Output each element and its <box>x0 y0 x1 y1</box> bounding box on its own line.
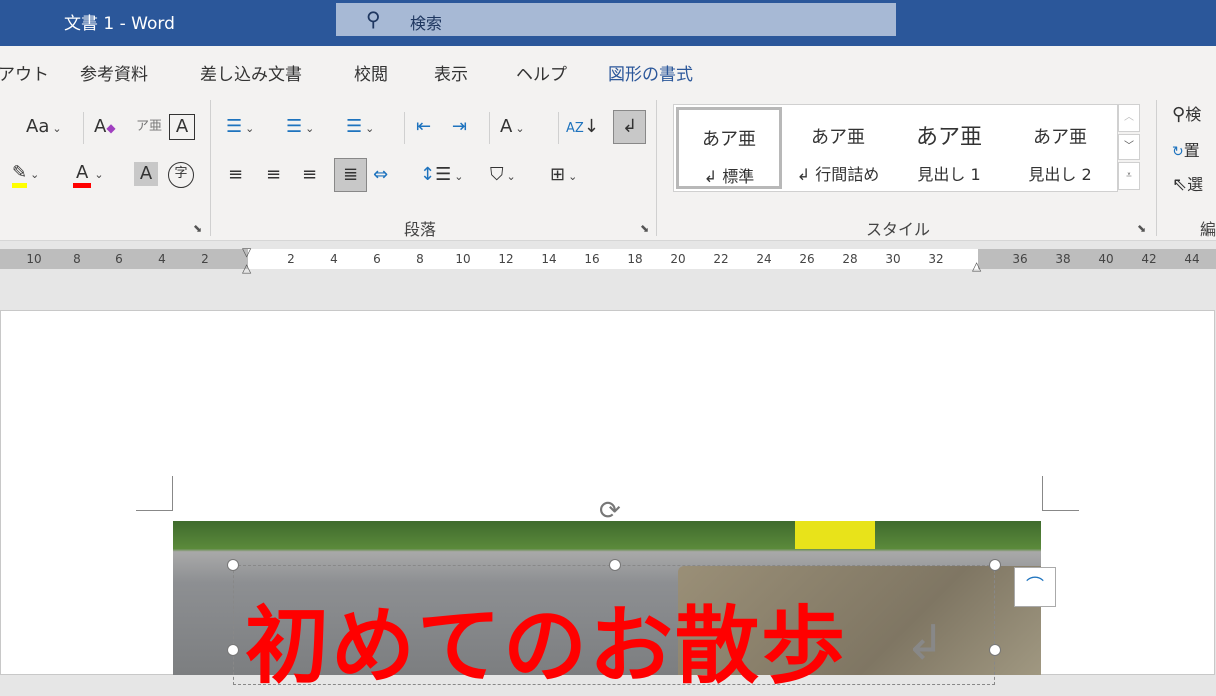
left-indent-marker[interactable]: △ <box>242 261 251 275</box>
align-right-icon[interactable]: ≡ <box>302 162 317 190</box>
styles-group-label: スタイル <box>866 220 931 239</box>
right-indent-marker[interactable]: △ <box>972 259 981 273</box>
justify-icon[interactable]: ≣ <box>334 158 367 192</box>
styles-more-icon[interactable]: ⩡ <box>1118 162 1140 190</box>
styles-scroll-down-icon[interactable]: ﹀ <box>1118 134 1140 160</box>
character-border-icon[interactable]: A <box>169 114 195 140</box>
ribbon: Aa ⌄ A◆ ア亜 A ✎ ⌄ A ⌄ A 字 ⬊ ☰ ⌄ ☰ ⌄ ☰ ⌄ ⇤ ⇥ A ⌄ … <box>0 96 1216 241</box>
tab-help[interactable]: ヘルプ <box>516 60 567 85</box>
tab-layout[interactable]: アウト <box>0 60 49 85</box>
ruler-number: 2 <box>287 252 295 266</box>
crop-mark-left <box>136 476 173 511</box>
paragraph-group-label: 段落 <box>404 220 437 239</box>
resize-handle[interactable] <box>989 644 1001 656</box>
title-bar: 文書 1 - Word ⚲ 検索 <box>0 0 1216 46</box>
replace-icon: ↻ <box>1172 144 1184 160</box>
ruler-number: 10 <box>455 252 471 266</box>
crop-mark-right <box>1042 476 1079 511</box>
cursor-icon: ⇖ <box>1172 174 1188 195</box>
bullets-button[interactable]: ☰ ⌄ <box>226 114 254 142</box>
ruler-number: 6 <box>373 252 381 266</box>
multilevel-list-button[interactable]: ☰ ⌄ <box>346 114 374 142</box>
ruler-number: 26 <box>799 252 815 266</box>
paragraph-dialog-launcher-icon[interactable]: ⬊ <box>640 222 649 235</box>
editing-group-label: 編 <box>1200 220 1216 239</box>
align-center-icon[interactable]: ≡ <box>266 162 281 190</box>
resize-handle[interactable] <box>227 644 239 656</box>
ruler-number: 30 <box>885 252 901 266</box>
paragraph-mark-icon: ↲ <box>905 615 946 671</box>
window-title: 文書 1 - Word <box>64 14 175 34</box>
sort-icon[interactable]: AZ↓ <box>566 114 599 142</box>
ribbon-tabs: アウト 参考資料 差し込み文書 校閲 表示 ヘルプ 図形の書式 <box>0 46 1216 96</box>
tab-shape-format[interactable]: 図形の書式 <box>608 60 693 85</box>
ruler-number: 20 <box>670 252 686 266</box>
text-direction-button[interactable]: A ⌄ <box>500 114 525 142</box>
font-color-icon: A <box>73 162 92 188</box>
distributed-icon[interactable]: ⇔ <box>373 162 388 190</box>
clear-formatting-icon[interactable]: A◆ <box>94 114 116 142</box>
style-normal[interactable]: あア亜 ↲ 標準 <box>676 107 782 189</box>
resize-handle[interactable] <box>227 559 239 571</box>
tab-review[interactable]: 校閲 <box>354 60 388 85</box>
replace-button[interactable]: ↻置 <box>1172 138 1200 166</box>
styles-gallery: あア亜 ↲ 標準 あア亜 ↲ 行間詰め あア亜 見出し 1 あア亜 見出し 2 <box>673 104 1118 192</box>
resize-handle[interactable] <box>609 559 621 571</box>
first-line-indent-marker[interactable]: ▽ <box>242 245 251 259</box>
borders-button[interactable]: ⊞ ⌄ <box>550 162 577 190</box>
tab-references[interactable]: 参考資料 <box>80 60 148 85</box>
search-box[interactable]: ⚲ 検索 <box>336 3 896 36</box>
increase-indent-icon[interactable]: ⇥ <box>452 114 467 142</box>
styles-dialog-launcher-icon[interactable]: ⬊ <box>1137 222 1146 235</box>
find-button[interactable]: ⚲検 <box>1172 102 1201 130</box>
ruler-number: 18 <box>627 252 643 266</box>
search-placeholder: 検索 <box>410 14 443 33</box>
horizontal-ruler[interactable]: 10 8 6 4 2 2 4 6 8 10 12 14 16 18 20 22 24 26 28 30 32 … <box>0 245 1216 275</box>
select-button[interactable]: ⇖選 <box>1172 172 1203 200</box>
numbering-button[interactable]: ☰ ⌄ <box>286 114 314 142</box>
ruler-number: 8 <box>416 252 424 266</box>
ruler-number: 32 <box>928 252 944 266</box>
layout-options-icon[interactable]: ⌒ <box>1014 567 1056 607</box>
ruler-number: 24 <box>756 252 772 266</box>
style-heading-1[interactable]: あア亜 見出し 1 <box>895 105 1003 191</box>
ruler-number: 28 <box>842 252 858 266</box>
ruler-number: 12 <box>498 252 514 266</box>
align-left-icon[interactable]: ≡ <box>228 162 243 190</box>
ruler-number: 22 <box>713 252 729 266</box>
ruler-number: 14 <box>541 252 557 266</box>
ruler-number: 4 <box>330 252 338 266</box>
highlighter-icon: ✎ <box>12 162 28 188</box>
ruler-number: 16 <box>584 252 600 266</box>
enclosed-character-icon[interactable]: 字 <box>168 162 194 188</box>
search-icon: ⚲ <box>1172 104 1186 125</box>
line-spacing-button[interactable]: ↕☰ ⌄ <box>420 162 463 190</box>
font-color-button[interactable]: A ⌄ <box>73 160 104 188</box>
character-shading-icon[interactable]: A <box>134 162 158 186</box>
rotate-handle-icon[interactable]: ⟳ <box>599 496 621 526</box>
resize-handle[interactable] <box>989 559 1001 571</box>
style-heading-2[interactable]: あア亜 見出し 2 <box>1006 105 1114 191</box>
decrease-indent-icon[interactable]: ⇤ <box>416 114 431 142</box>
headline-text[interactable]: 初めてのお散歩 <box>245 596 847 696</box>
highlight-color-button[interactable]: ✎ ⌄ <box>12 160 39 188</box>
change-case-button[interactable]: Aa ⌄ <box>26 114 62 142</box>
style-no-spacing[interactable]: あア亜 ↲ 行間詰め <box>784 105 892 191</box>
tab-view[interactable]: 表示 <box>434 60 468 85</box>
shading-button[interactable]: ⛉ ⌄ <box>490 162 516 190</box>
phonetic-guide-icon[interactable]: ア亜 <box>136 114 162 142</box>
font-dialog-launcher-icon[interactable]: ⬊ <box>193 222 202 235</box>
tab-mailings[interactable]: 差し込み文書 <box>200 60 302 85</box>
show-paragraph-marks-icon[interactable]: ↲ <box>613 110 646 144</box>
styles-scroll-up-icon[interactable]: ︿ <box>1118 104 1140 132</box>
search-icon: ⚲ <box>366 7 381 31</box>
